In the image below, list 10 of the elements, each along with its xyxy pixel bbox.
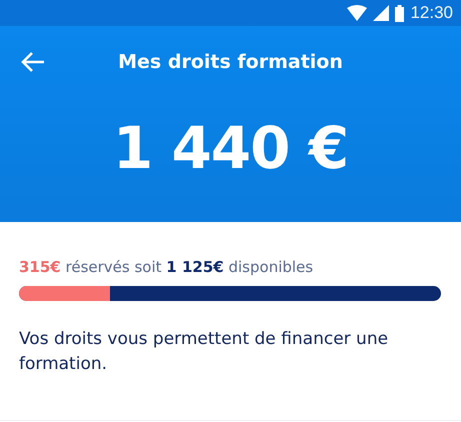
clock-time: 12:30 [410, 3, 453, 23]
wifi-icon [347, 5, 368, 21]
description-text: Vos droits vous permettent de financer une formation. [19, 328, 390, 376]
signal-icon [373, 5, 390, 21]
page-title: Mes droits formation [118, 51, 343, 73]
balance-summary: 315€ réservés soit 1 125€ disponibles [19, 258, 314, 276]
balance-amount: 1 440 € [112, 114, 348, 182]
back-arrow-icon [20, 50, 46, 74]
back-button[interactable] [20, 50, 46, 74]
battery-icon [395, 4, 404, 22]
